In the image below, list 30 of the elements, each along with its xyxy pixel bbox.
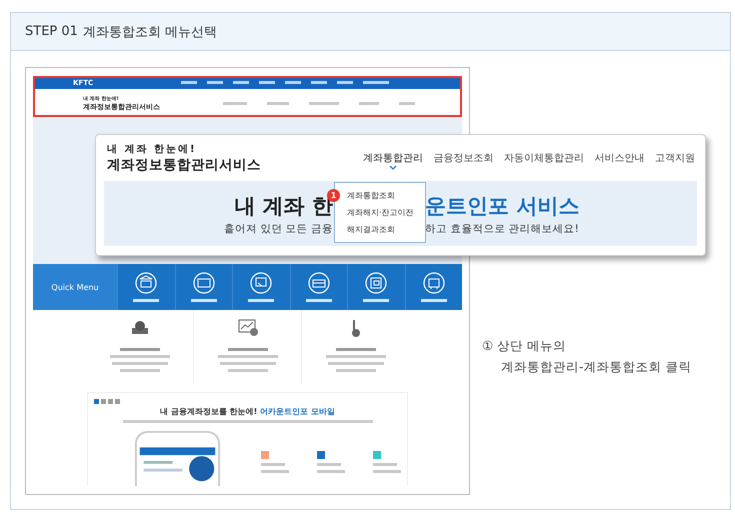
- quick-menu-icon[interactable]: [365, 272, 388, 294]
- quick-menu-icon[interactable]: [135, 272, 158, 294]
- step-title: 계좌통합조회 메뉴선택: [82, 24, 218, 40]
- dropdown-item[interactable]: 계좌통합조회: [341, 187, 425, 204]
- hero-title-accent: 운트인포 서비스: [425, 192, 580, 220]
- nav-menu-item[interactable]: 고객지원: [655, 149, 695, 167]
- dropdown-item[interactable]: 계좌해지·잔고이전: [341, 204, 425, 221]
- quick-menu-icon[interactable]: [308, 272, 330, 294]
- mobile-headline: 내 금융계좌정보를 한눈에! 어카운트인포 모바일: [159, 406, 336, 417]
- hero-subtitle: 흩어져 있던 모든 금융: [222, 222, 333, 236]
- caption-line: ① 상단 메뉴의: [482, 338, 568, 355]
- feature-icon: [317, 451, 325, 459]
- quick-menu-title[interactable]: Quick Menu: [33, 264, 117, 310]
- caption-line: 계좌통합관리-계좌통합조회 클릭: [500, 359, 692, 376]
- tagline: 내 계좌 한눈에!: [107, 143, 198, 156]
- nav-menu-item[interactable]: 계좌통합관리: [363, 149, 423, 167]
- step-label: STEP 01: [25, 24, 78, 39]
- dropdown-item[interactable]: 해지결과조회: [341, 221, 425, 238]
- quick-menu-icon[interactable]: [192, 272, 215, 294]
- hero-subtitle: 하고 효율적으로 관리해보세요!: [425, 222, 580, 236]
- quick-menu-icon[interactable]: [422, 272, 445, 294]
- chevron-down-icon: [389, 165, 397, 170]
- nav-menu-item[interactable]: 자동이체통합관리: [504, 149, 584, 167]
- chart-icon: [238, 318, 258, 338]
- feature-icon: [373, 451, 381, 459]
- service-name: 계좌정보통합관리서비스: [107, 156, 262, 174]
- quick-menu-icon[interactable]: [250, 272, 272, 294]
- nav-menu-item[interactable]: 금융정보조회: [434, 149, 494, 167]
- nav-menu-item[interactable]: 서비스안내: [594, 149, 644, 167]
- feature-icon: [261, 451, 269, 459]
